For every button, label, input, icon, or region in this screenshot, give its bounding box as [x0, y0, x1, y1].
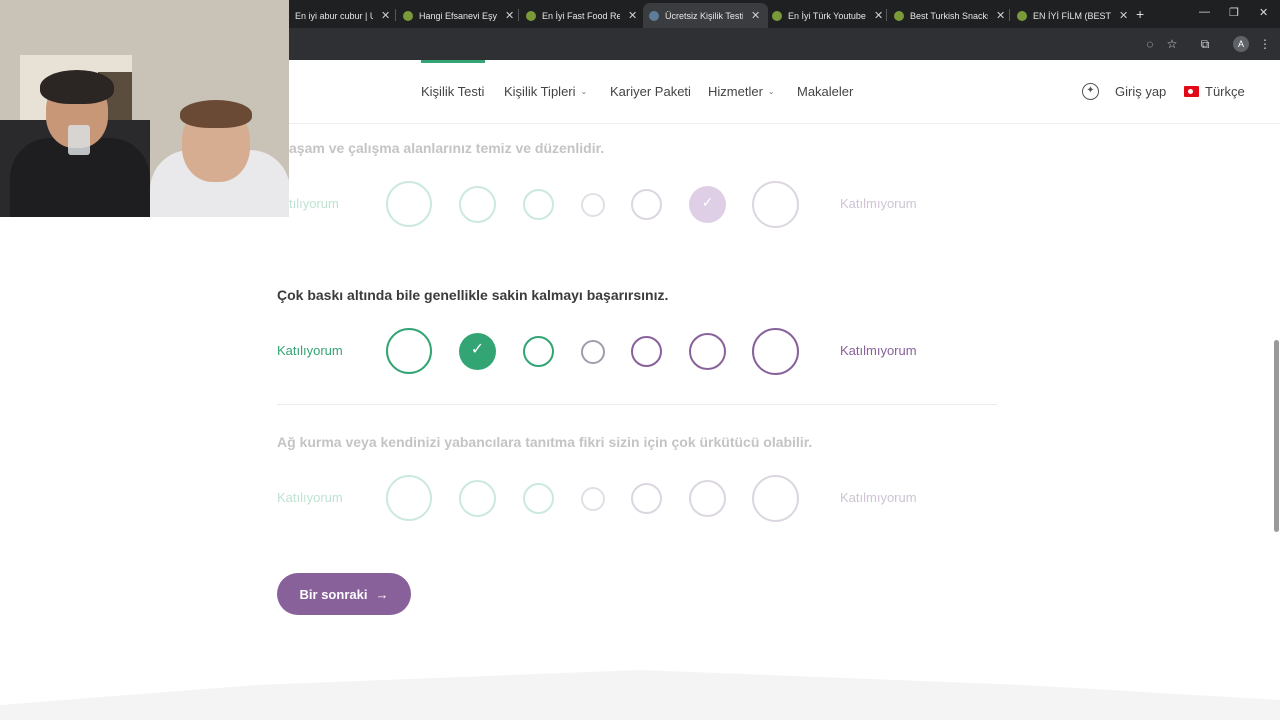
nav-career-package[interactable]: Kariyer Paketi [610, 84, 691, 99]
footer-wave [0, 670, 1280, 720]
tab-close-icon[interactable]: ✕ [1119, 9, 1128, 22]
disagree-label: Katılmıyorum [840, 196, 917, 211]
browser-tab[interactable]: En İyi Fast Food Resta ✕ [520, 3, 645, 28]
tab-title: Ücretsiz Kişilik Testi | [665, 10, 743, 21]
answer-option-neutral[interactable] [581, 340, 605, 364]
tab-close-icon[interactable]: ✕ [381, 9, 390, 22]
nav-services[interactable]: Hizmetler ⌄ [708, 84, 775, 99]
tab-favicon-icon [894, 10, 904, 21]
disagree-label: Katılmıyorum [840, 490, 917, 505]
login-link[interactable]: Giriş yap [1115, 84, 1166, 99]
browser-tab[interactable]: En iyi abur cubur | Uv ✕ [289, 3, 398, 28]
page-scrollbar[interactable] [1274, 340, 1279, 532]
tab-title: En İyi Türk Youtuber [788, 10, 866, 21]
browser-tab[interactable]: Hangi Efsanevi Eşya S ✕ [397, 3, 522, 28]
question-text: Ağ kurma veya kendinizi yabancılara tanı… [277, 434, 813, 450]
answer-option-slightly-disagree[interactable] [631, 483, 662, 514]
answer-option-disagree[interactable] [689, 333, 726, 370]
browser-tab-active[interactable]: Ücretsiz Kişilik Testi | ✕ [643, 3, 769, 28]
next-button-label: Bir sonraki [299, 586, 368, 602]
agree-label: Katılıyorum [277, 343, 343, 358]
chevron-down-icon: ⌄ [767, 87, 775, 96]
checkmark-icon: ✓ [701, 194, 714, 210]
nav-label: Kariyer Paketi [610, 84, 691, 99]
tab-favicon-icon [526, 10, 536, 21]
answer-option-strongly-agree[interactable] [386, 328, 432, 374]
question-divider [277, 404, 997, 405]
tab-favicon-icon [649, 10, 659, 21]
browser-tab[interactable]: Best Turkish Snacks ( ✕ [888, 3, 1013, 28]
answer-option-slightly-agree[interactable] [523, 483, 554, 514]
browser-tab[interactable]: En İyi Türk Youtuber ✕ [766, 3, 891, 28]
tab-favicon-icon [403, 10, 413, 21]
disagree-label: Katılmıyorum [840, 343, 917, 358]
browser-tab[interactable]: EN İYİ FİLM (BEST M ✕ [1011, 3, 1136, 28]
answer-option-neutral[interactable] [581, 193, 605, 217]
tab-close-icon[interactable]: ✕ [751, 9, 760, 22]
tab-title: Hangi Efsanevi Eşya S [419, 10, 497, 21]
chevron-down-icon: ⌄ [580, 87, 588, 96]
tab-close-icon[interactable]: ✕ [996, 9, 1005, 22]
language-label: Türkçe [1205, 84, 1245, 99]
arrow-right-icon: → [375, 586, 389, 602]
tab-favicon-icon [772, 10, 782, 21]
answer-option-agree-selected[interactable]: ✓ [459, 333, 496, 370]
answer-option-strongly-disagree[interactable] [752, 328, 799, 375]
answer-option-strongly-disagree[interactable] [752, 475, 799, 522]
eye-off-icon[interactable]: ◌ [1142, 36, 1158, 52]
answer-option-disagree-selected[interactable]: ✓ [689, 186, 726, 223]
nav-label: Makaleler [797, 84, 854, 99]
answer-option-slightly-disagree[interactable] [631, 189, 662, 220]
nav-personality-test[interactable]: Kişilik Testi [421, 84, 484, 99]
nav-label: Kişilik Testi [421, 84, 485, 99]
answer-option-disagree[interactable] [689, 480, 726, 517]
nav-label: Hizmetler [708, 84, 763, 99]
accessibility-icon[interactable]: ✦ [1082, 83, 1099, 100]
answer-option-slightly-agree[interactable] [523, 336, 554, 367]
checkmark-icon: ✓ [470, 341, 485, 358]
question-text: aşam ve çalışma alanlarınız temiz ve düz… [289, 140, 605, 156]
tab-title: En İyi Fast Food Resta [542, 10, 620, 21]
nav-active-indicator [421, 60, 485, 63]
nav-label: Kişilik Tipleri [504, 84, 576, 99]
nav-personality-types[interactable]: Kişilik Tipleri ⌄ [504, 84, 587, 99]
tab-favicon-icon [1017, 10, 1027, 21]
login-label: Giriş yap [1115, 84, 1167, 99]
turkey-flag-icon [1184, 86, 1199, 97]
tab-close-icon[interactable]: ✕ [628, 9, 637, 22]
language-selector[interactable]: Türkçe [1205, 84, 1245, 99]
answer-option-slightly-disagree[interactable] [631, 336, 662, 367]
nav-articles[interactable]: Makaleler [797, 84, 853, 99]
tab-close-icon[interactable]: ✕ [505, 9, 514, 22]
restore-icon[interactable]: ❐ [1229, 6, 1239, 19]
extensions-icon[interactable]: ⧉ [1197, 36, 1213, 52]
star-icon[interactable]: ☆ [1164, 36, 1180, 52]
window-close-icon[interactable]: ✕ [1259, 6, 1268, 19]
browser-menu-icon[interactable]: ⋮ [1257, 36, 1273, 52]
answer-option-strongly-disagree[interactable] [752, 181, 799, 228]
tab-close-icon[interactable]: ✕ [874, 9, 883, 22]
agree-label: Katılıyorum [277, 490, 343, 505]
answer-option-slightly-agree[interactable] [523, 189, 554, 220]
answer-option-agree[interactable] [459, 186, 496, 223]
answer-option-neutral[interactable] [581, 487, 605, 511]
agree-label: tılıyorum [289, 196, 339, 211]
answer-option-agree[interactable] [459, 480, 496, 517]
webcam-overlay [0, 0, 289, 217]
question-text: Çok baskı altında bile genellikle sakin … [277, 287, 669, 303]
next-button[interactable]: Bir sonraki → [277, 573, 411, 615]
answer-option-strongly-agree[interactable] [386, 475, 432, 521]
tab-title: En iyi abur cubur | Uv [295, 10, 373, 21]
tab-title: EN İYİ FİLM (BEST M [1033, 10, 1111, 21]
tab-title: Best Turkish Snacks ( [910, 10, 988, 21]
new-tab-icon[interactable]: + [1136, 6, 1144, 22]
minimize-icon[interactable]: — [1199, 6, 1210, 18]
answer-option-strongly-agree[interactable] [386, 181, 432, 227]
profile-avatar[interactable]: A [1233, 36, 1249, 52]
